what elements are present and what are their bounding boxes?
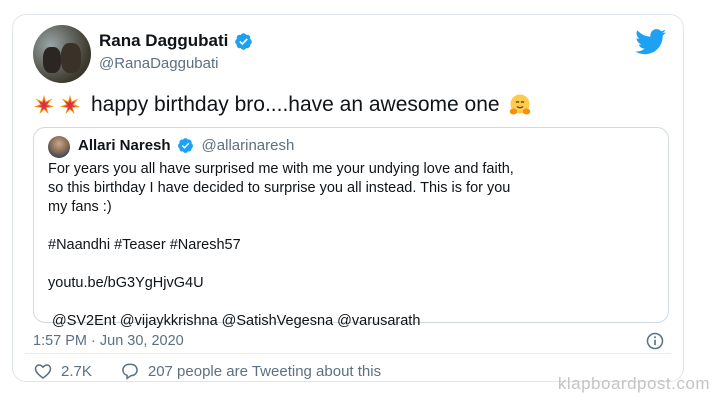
tweet-text-content: happy birthday bro....have an awesome on…: [91, 93, 500, 116]
author-avatar[interactable]: [33, 25, 91, 83]
heart-icon[interactable]: [33, 361, 53, 381]
collision-emoji: [59, 94, 81, 115]
author-handle[interactable]: @RanaDaggubati: [99, 55, 218, 72]
hugging-face-emoji: [509, 94, 530, 115]
quoted-author-name[interactable]: Allari Naresh: [78, 137, 171, 154]
quoted-text-line: so this birthday I have decided to surpr…: [48, 180, 511, 196]
collision-emoji: [33, 94, 55, 115]
verified-badge-icon: [235, 32, 253, 50]
watermark: klapboardpost.com: [557, 374, 710, 393]
verified-badge-icon: [177, 138, 193, 153]
quoted-tweet-body: For years you all have surprised me with…: [48, 160, 658, 331]
quoted-text-line: For years you all have surprised me with…: [48, 161, 514, 177]
divider: [25, 353, 671, 354]
quoted-hashtags[interactable]: #Naandhi #Teaser #Naresh57: [48, 236, 658, 255]
info-icon[interactable]: [645, 331, 665, 351]
like-count[interactable]: 2.7K: [61, 363, 92, 380]
tweet-text: happy birthday bro....have an awesome on…: [33, 93, 532, 117]
author-name-row[interactable]: Rana Daggubati: [99, 31, 253, 51]
quoted-mentions[interactable]: @SV2Ent @vijaykkrishna @SatishVegesna @v…: [52, 312, 658, 331]
twitter-bird-icon[interactable]: [635, 29, 667, 55]
author-name[interactable]: Rana Daggubati: [99, 31, 228, 51]
tweet-card[interactable]: Rana Daggubati @RanaDaggubati happy birt…: [12, 14, 684, 382]
like-action[interactable]: 2.7K: [33, 361, 92, 381]
quoted-tweet[interactable]: Allari Naresh @allarinaresh For years yo…: [33, 127, 669, 329]
tweeting-about-action[interactable]: 207 people are Tweeting about this: [120, 361, 381, 381]
tweet-timestamp[interactable]: 1:57 PM · Jun 30, 2020: [33, 333, 184, 349]
tweet-actions: 2.7K 207 people are Tweeting about this: [33, 361, 409, 381]
quoted-link[interactable]: youtu.be/bG3YgHjvG4U: [48, 274, 658, 293]
reply-bubble-icon[interactable]: [120, 361, 140, 381]
tweeting-about-text[interactable]: 207 people are Tweeting about this: [148, 363, 381, 380]
quoted-author-row: Allari Naresh @allarinaresh: [78, 137, 294, 154]
quoted-author-avatar[interactable]: [48, 136, 70, 158]
quoted-author-handle[interactable]: @allarinaresh: [202, 137, 295, 154]
quoted-text-line: my fans :): [48, 199, 112, 215]
